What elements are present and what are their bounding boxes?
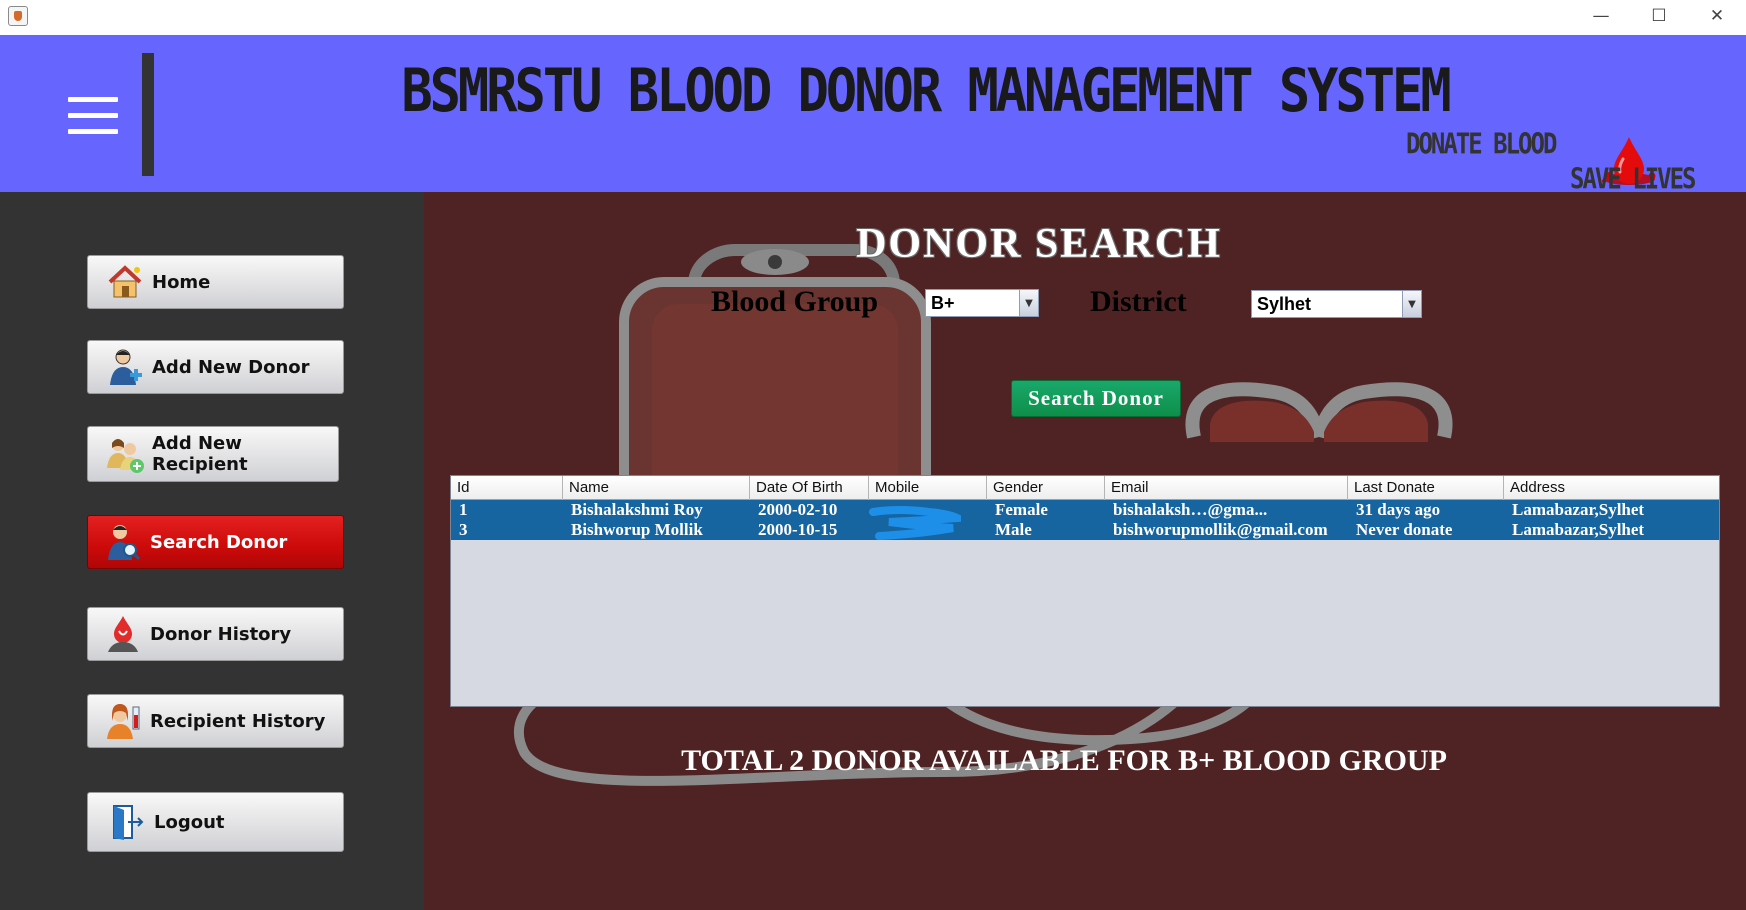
minimize-button[interactable]: — bbox=[1572, 0, 1630, 32]
home-icon bbox=[108, 265, 142, 298]
donor-search-title: DONOR SEARCH bbox=[856, 221, 1222, 267]
table-row[interactable]: 3 Bishworup Mollik 2000-10-15 Male bishw… bbox=[451, 520, 1719, 540]
table-row[interactable]: 1 Bishalakshmi Roy 2000-02-10 Female bis… bbox=[451, 500, 1719, 520]
main-panel: DONOR SEARCH Blood Group B+ ▼ District S… bbox=[424, 192, 1746, 910]
header-divider bbox=[142, 53, 154, 176]
search-donor-button[interactable]: Search Donor bbox=[87, 515, 344, 569]
hamburger-menu-icon[interactable] bbox=[68, 97, 118, 135]
table-header: Id Name Date Of Birth Mobile Gender Emai… bbox=[451, 476, 1719, 500]
home-label: Home bbox=[152, 271, 211, 293]
column-header-id[interactable]: Id bbox=[451, 476, 563, 500]
cell-dob: 2000-10-15 bbox=[758, 520, 838, 539]
maximize-button[interactable]: ☐ bbox=[1630, 0, 1688, 32]
blood-group-value: B+ bbox=[931, 292, 955, 313]
column-header-gender[interactable]: Gender bbox=[987, 476, 1105, 500]
add-new-donor-button[interactable]: Add New Donor bbox=[87, 340, 344, 394]
add-new-recipient-label: Add New Recipient bbox=[152, 433, 248, 475]
cell-gender: Male bbox=[995, 520, 1032, 539]
chevron-down-icon[interactable]: ▼ bbox=[1402, 291, 1421, 317]
donor-history-icon bbox=[108, 616, 138, 652]
cell-dob: 2000-02-10 bbox=[758, 500, 838, 519]
district-label: District bbox=[1090, 285, 1187, 318]
cell-last-donate: 31 days ago bbox=[1356, 500, 1441, 519]
logout-icon bbox=[113, 805, 144, 840]
add-new-donor-label: Add New Donor bbox=[152, 356, 310, 378]
search-donor-icon bbox=[108, 525, 141, 561]
column-header-dob[interactable]: Date Of Birth bbox=[750, 476, 869, 500]
search-donor-label: Search Donor bbox=[150, 531, 288, 553]
donate-blood-text: DONATE BLOOD bbox=[1406, 127, 1557, 161]
recipient-history-button[interactable]: Recipient History bbox=[87, 694, 344, 748]
column-header-name[interactable]: Name bbox=[563, 476, 750, 500]
cell-email: bishalaksh…@gma... bbox=[1113, 500, 1268, 519]
logout-label: Logout bbox=[154, 811, 225, 833]
close-button[interactable]: ✕ bbox=[1688, 0, 1746, 32]
app-header: BSMRSTU BLOOD DONOR MANAGEMENT SYSTEM DO… bbox=[0, 35, 1746, 196]
home-button[interactable]: Home bbox=[87, 255, 344, 309]
district-select[interactable]: Sylhet ▼ bbox=[1251, 290, 1422, 318]
column-header-email[interactable]: Email bbox=[1105, 476, 1348, 500]
cell-address: Lamabazar,Sylhet bbox=[1512, 500, 1645, 519]
column-header-mobile[interactable]: Mobile bbox=[869, 476, 987, 500]
cell-id: 3 bbox=[459, 520, 468, 539]
cell-name: Bishworup Mollik bbox=[571, 520, 703, 539]
save-lives-text: SAVE LIVES bbox=[1570, 162, 1696, 196]
add-donor-icon bbox=[110, 349, 142, 385]
total-donor-message: TOTAL 2 DONOR AVAILABLE FOR B+ BLOOD GRO… bbox=[681, 744, 1447, 777]
cell-address: Lamabazar,Sylhet bbox=[1512, 520, 1645, 539]
column-header-last-donate[interactable]: Last Donate bbox=[1348, 476, 1504, 500]
cell-gender: Female bbox=[995, 500, 1048, 519]
sidebar: Home Add New Donor Add New Recipient Sea… bbox=[0, 192, 424, 910]
district-value: Sylhet bbox=[1257, 293, 1312, 314]
table-body: 1 Bishalakshmi Roy 2000-02-10 Female bis… bbox=[451, 500, 1719, 540]
add-recipient-icon bbox=[107, 439, 144, 473]
blood-group-select[interactable]: B+ ▼ bbox=[925, 289, 1039, 317]
add-new-recipient-button[interactable]: Add New Recipient bbox=[87, 426, 339, 482]
donor-history-button[interactable]: Donor History bbox=[87, 607, 344, 661]
java-app-icon bbox=[8, 6, 28, 26]
logout-button[interactable]: Logout bbox=[87, 792, 344, 852]
column-header-address[interactable]: Address bbox=[1504, 476, 1719, 500]
chevron-down-icon[interactable]: ▼ bbox=[1019, 290, 1038, 316]
redaction-scribble bbox=[869, 506, 961, 540]
recipient-history-label: Recipient History bbox=[150, 710, 326, 732]
cell-id: 1 bbox=[459, 500, 468, 519]
app-title: BSMRSTU BLOOD DONOR MANAGEMENT SYSTEM bbox=[401, 57, 1451, 126]
cell-last-donate: Never donate bbox=[1356, 520, 1453, 539]
cell-email: bishworupmollik@gmail.com bbox=[1113, 520, 1328, 539]
donor-results-table: Id Name Date Of Birth Mobile Gender Emai… bbox=[450, 475, 1720, 707]
cell-name: Bishalakshmi Roy bbox=[571, 500, 703, 519]
search-donor-submit-button[interactable]: Search Donor bbox=[1011, 380, 1181, 417]
recipient-history-icon bbox=[107, 704, 140, 739]
window-titlebar: — ☐ ✕ bbox=[0, 0, 1746, 35]
donor-history-label: Donor History bbox=[150, 623, 292, 645]
blood-group-label: Blood Group bbox=[711, 285, 879, 318]
